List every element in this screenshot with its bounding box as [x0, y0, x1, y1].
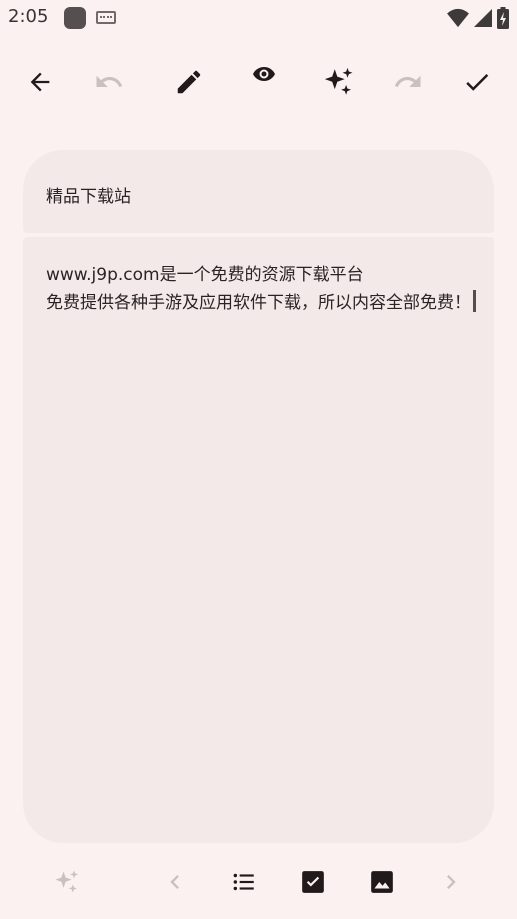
status-time: 2:05 [8, 6, 49, 27]
edit-button[interactable] [161, 54, 217, 110]
undo-button[interactable] [81, 54, 137, 110]
ai-assist-button[interactable] [311, 54, 367, 110]
ai-bottom-button[interactable] [43, 858, 91, 906]
check-icon [462, 67, 492, 97]
arrow-left-icon [26, 68, 54, 96]
redo-button[interactable] [380, 54, 436, 110]
battery-icon [497, 7, 509, 29]
wifi-icon [447, 8, 469, 28]
pencil-icon [174, 67, 204, 97]
format-toolbar [0, 852, 517, 912]
eye-icon [252, 62, 276, 86]
checkbox-icon [300, 869, 326, 895]
next-button[interactable] [427, 858, 475, 906]
signal-icon [473, 8, 493, 28]
image-icon [369, 869, 395, 895]
checkbox-button[interactable] [289, 858, 337, 906]
sparkle-icon [322, 65, 356, 99]
chevron-right-icon [437, 868, 465, 896]
undo-icon [94, 67, 124, 97]
keyboard-icon [96, 11, 116, 24]
chevron-left-icon [161, 868, 189, 896]
app-square-icon [64, 7, 86, 29]
editor-toolbar [0, 46, 517, 118]
text-cursor [473, 290, 476, 312]
preview-button[interactable] [236, 46, 292, 102]
sparkle-icon [53, 868, 81, 896]
note-title-field[interactable]: 精品下载站 [23, 150, 494, 233]
note-title: 精品下载站 [46, 187, 131, 207]
list-icon [231, 869, 257, 895]
status-icons [447, 7, 509, 29]
prev-button[interactable] [151, 858, 199, 906]
redo-icon [393, 67, 423, 97]
note-body-wrapper: www.j9p.com是一个免费的资源下载平台 免费提供各种手游及应用软件下载，… [46, 261, 476, 317]
image-button[interactable] [358, 858, 406, 906]
note-body-field[interactable]: www.j9p.com是一个免费的资源下载平台 免费提供各种手游及应用软件下载，… [23, 237, 494, 843]
note-body: www.j9p.com是一个免费的资源下载平台 免费提供各种手游及应用软件下载，… [46, 265, 471, 313]
bullet-list-button[interactable] [220, 858, 268, 906]
back-button[interactable] [12, 54, 68, 110]
done-button[interactable] [449, 54, 505, 110]
status-bar: 2:05 [0, 0, 517, 36]
